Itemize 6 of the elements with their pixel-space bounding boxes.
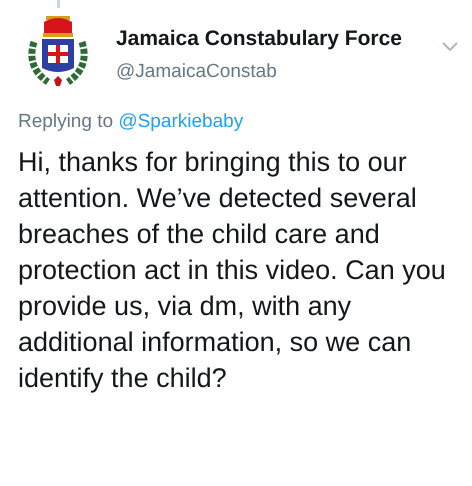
mention-link[interactable]: @Sparkiebaby <box>118 111 244 132</box>
tweet-text: Hi, thanks for bringing this to our attention. We’ve detected several breaches of the child care and protection act in this video. Can you provide us, via dm, with any additional information, so we can identify the child? <box>18 146 447 395</box>
reply-label: Replying to <box>18 111 114 132</box>
author-handle[interactable]: @JamaicaConstab <box>116 60 442 84</box>
chevron-down-icon[interactable] <box>442 42 458 52</box>
author-name[interactable]: Jamaica Constabulary Force <box>116 26 442 52</box>
